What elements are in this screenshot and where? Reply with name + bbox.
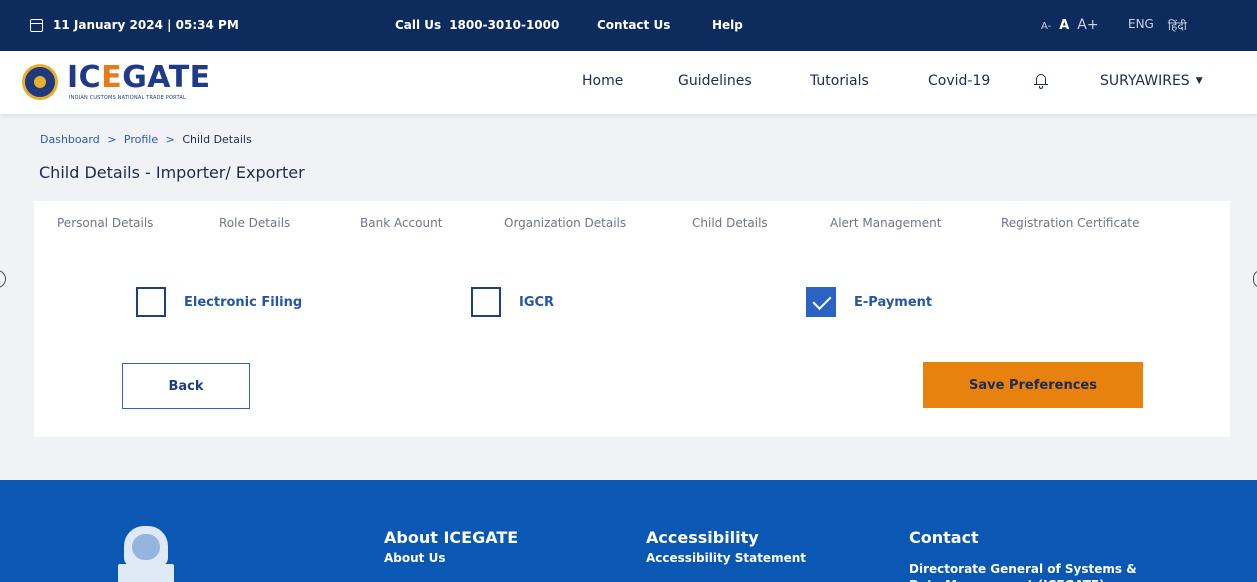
logo-tagline: INDIAN CUSTOMS NATIONAL TRADE PORTAL <box>69 95 186 101</box>
call-us: Call Us 1800-3010-1000 <box>395 18 559 32</box>
option-igcr[interactable]: IGCR <box>471 287 554 317</box>
national-emblem-icon <box>118 526 174 582</box>
e-payment-label: E-Payment <box>854 294 933 310</box>
calendar-icon <box>30 18 43 32</box>
e-payment-checkbox[interactable] <box>806 287 836 317</box>
child-details-card: Personal Details Role Details Bank Accou… <box>34 201 1230 437</box>
call-us-label: Call Us <box>395 18 442 32</box>
logo-text-c: GATE <box>122 60 211 95</box>
tab-registration-certificate[interactable]: Registration Certificate <box>1001 216 1140 230</box>
scroll-right-icon[interactable] <box>1253 270 1257 288</box>
footer: About ICEGATE About Us Accessibility Acc… <box>0 480 1257 582</box>
lang-hindi-button[interactable]: हिंदी <box>1168 17 1187 34</box>
tab-bank-account[interactable]: Bank Account <box>360 216 442 230</box>
footer-accessibility-heading: Accessibility <box>646 528 759 547</box>
font-size-controls: A- A A+ <box>1041 17 1099 33</box>
back-button[interactable]: Back <box>122 363 250 409</box>
electronic-filing-checkbox[interactable] <box>136 287 166 317</box>
call-us-number: 1800-3010-1000 <box>449 18 560 32</box>
save-preferences-button[interactable]: Save Preferences <box>923 362 1143 408</box>
igcr-label: IGCR <box>519 294 555 310</box>
breadcrumb-dashboard[interactable]: Dashboard <box>40 133 100 146</box>
header: ICEGATE INDIAN CUSTOMS NATIONAL TRADE PO… <box>0 51 1257 114</box>
user-menu[interactable]: SURYAWIRES ▼ <box>1100 73 1203 89</box>
footer-about-column: About ICEGATE About Us <box>384 528 518 566</box>
electronic-filing-label: Electronic Filing <box>184 294 303 310</box>
page-title: Child Details - Importer/ Exporter <box>39 163 305 182</box>
font-normal-button[interactable]: A <box>1059 18 1069 33</box>
footer-about-us-link[interactable]: About Us <box>384 551 445 565</box>
scroll-left-icon[interactable] <box>0 270 6 288</box>
breadcrumb: Dashboard > Profile > Child Details <box>40 133 252 146</box>
date-time-text: 11 January 2024 | 05:34 PM <box>53 18 239 32</box>
font-decrease-button[interactable]: A- <box>1041 21 1051 32</box>
nav-home[interactable]: Home <box>582 73 623 89</box>
footer-contact-address: Directorate General of Systems & Data Ma… <box>909 562 1137 582</box>
chevron-down-icon: ▼ <box>1195 76 1203 86</box>
contact-us-link[interactable]: Contact Us <box>597 18 670 32</box>
footer-about-heading: About ICEGATE <box>384 528 519 547</box>
top-bar: 11 January 2024 | 05:34 PM Call Us 1800-3… <box>0 0 1257 51</box>
tab-child-details[interactable]: Child Details <box>692 216 768 230</box>
icegate-logo[interactable]: ICEGATE INDIAN CUSTOMS NATIONAL TRADE PO… <box>22 56 212 108</box>
footer-accessibility-column: Accessibility Accessibility Statement <box>646 528 806 566</box>
footer-contact-heading: Contact <box>909 528 979 547</box>
lang-english-button[interactable]: ENG <box>1128 17 1154 34</box>
tab-alert-management[interactable]: Alert Management <box>830 216 941 230</box>
tab-personal-details[interactable]: Personal Details <box>57 216 153 230</box>
customs-emblem-icon <box>22 64 58 100</box>
breadcrumb-current: Child Details <box>182 133 252 146</box>
option-e-payment[interactable]: E-Payment <box>806 287 932 317</box>
breadcrumb-separator: > <box>165 133 175 146</box>
logo-text-b: E <box>101 60 123 95</box>
igcr-checkbox[interactable] <box>471 287 501 317</box>
logo-text-a: IC <box>67 60 102 95</box>
tab-organization-details[interactable]: Organization Details <box>504 216 626 230</box>
date-time: 11 January 2024 | 05:34 PM <box>30 18 239 32</box>
footer-contact-column: Contact Directorate General of Systems &… <box>909 528 1139 582</box>
nav-covid-19[interactable]: Covid-19 <box>928 73 990 89</box>
help-link[interactable]: Help <box>712 18 743 32</box>
tab-role-details[interactable]: Role Details <box>219 216 290 230</box>
notification-bell-icon[interactable] <box>1034 72 1048 89</box>
user-name: SURYAWIRES <box>1100 73 1190 89</box>
option-electronic-filing[interactable]: Electronic Filing <box>136 287 302 317</box>
font-increase-button[interactable]: A+ <box>1077 17 1098 33</box>
nav-tutorials[interactable]: Tutorials <box>810 73 869 89</box>
breadcrumb-profile[interactable]: Profile <box>124 133 158 146</box>
breadcrumb-separator: > <box>107 133 117 146</box>
language-switch: ENG हिंदी <box>1128 17 1187 34</box>
nav-guidelines[interactable]: Guidelines <box>678 73 752 89</box>
logo-wordmark: ICEGATE <box>67 60 211 95</box>
footer-accessibility-statement-link[interactable]: Accessibility Statement <box>646 551 806 565</box>
